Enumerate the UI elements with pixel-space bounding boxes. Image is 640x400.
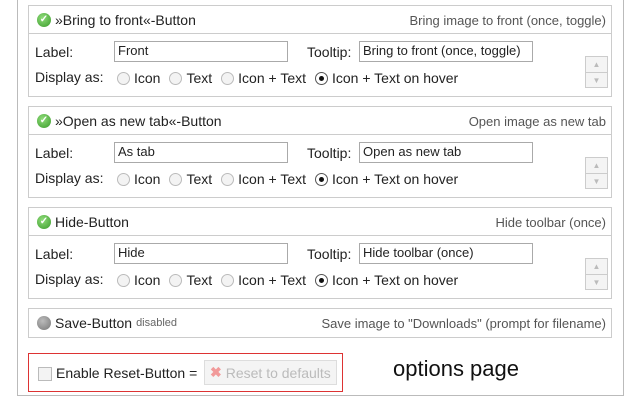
move-down-button[interactable]: ▼	[586, 274, 607, 289]
save-button-description: Save image to "Downloads" (prompt for fi…	[321, 316, 606, 331]
enabled-check-icon[interactable]: ✓	[37, 215, 51, 229]
option-label: Icon	[134, 272, 160, 288]
move-up-button[interactable]: ▲	[586, 57, 607, 72]
label-input[interactable]: Hide	[114, 243, 288, 264]
move-up-button[interactable]: ▲	[586, 158, 607, 173]
reset-to-defaults-button[interactable]: ✖Reset to defaults	[204, 360, 337, 385]
display-option[interactable]: Icon + Text on hover	[315, 272, 458, 288]
display-option[interactable]: Icon + Text	[221, 272, 306, 288]
option-label: Icon + Text	[238, 70, 306, 86]
label-caption: Label:	[35, 246, 73, 262]
enable-reset-checkbox[interactable]	[38, 367, 52, 381]
display-option[interactable]: Icon + Text on hover	[315, 70, 458, 86]
display-option[interactable]: Text	[169, 70, 212, 86]
panel-header: ✓ Hide-Button Hide toolbar (once)	[29, 208, 611, 236]
save-title-group: Save-Button disabled	[37, 315, 177, 331]
radio-button[interactable]	[169, 274, 182, 287]
button-config-panel: ✓ »Bring to front«-Button Bring image to f…	[28, 5, 612, 97]
radio-button[interactable]	[117, 274, 130, 287]
save-panel-header: Save-Button disabled Save image to "Downl…	[29, 309, 611, 337]
radio-button[interactable]	[315, 173, 328, 186]
option-label: Icon	[134, 171, 160, 187]
display-as-caption: Display as:	[35, 271, 103, 287]
tooltip-caption: Tooltip:	[307, 246, 351, 262]
option-label: Icon + Text on hover	[332, 171, 458, 187]
radio-button[interactable]	[315, 72, 328, 85]
option-label: Icon + Text on hover	[332, 70, 458, 86]
tooltip-input[interactable]: Hide toolbar (once)	[359, 243, 533, 264]
option-label: Icon	[134, 70, 160, 86]
display-option[interactable]: Icon + Text	[221, 171, 306, 187]
panel-title: Hide-Button	[55, 214, 129, 230]
option-label: Text	[186, 70, 212, 86]
reorder-control[interactable]: ▲▼	[585, 157, 608, 189]
option-label: Icon + Text	[238, 171, 306, 187]
display-option[interactable]: Icon + Text	[221, 70, 306, 86]
save-status: disabled	[136, 317, 177, 329]
display-option[interactable]: Icon + Text on hover	[315, 171, 458, 187]
save-button-title: Save-Button	[55, 315, 132, 331]
panel-description: Bring image to front (once, toggle)	[409, 13, 606, 28]
display-option[interactable]: Icon	[117, 70, 160, 86]
panel-description: Open image as new tab	[469, 114, 606, 129]
label-input[interactable]: Front	[114, 41, 288, 62]
radio-button[interactable]	[221, 72, 234, 85]
enabled-check-icon[interactable]: ✓	[37, 114, 51, 128]
option-label: Icon + Text on hover	[332, 272, 458, 288]
tooltip-caption: Tooltip:	[307, 44, 351, 60]
option-label: Icon + Text	[238, 272, 306, 288]
panel-description: Hide toolbar (once)	[495, 215, 606, 230]
panel-title-group: ✓ »Open as new tab«-Button	[37, 113, 222, 129]
radio-button[interactable]	[117, 72, 130, 85]
display-as-caption: Display as:	[35, 170, 103, 186]
reset-button-label: Reset to defaults	[226, 365, 331, 381]
display-options: Icon Text Icon + Text Icon + Text on hover	[117, 169, 467, 189]
radio-button[interactable]	[117, 173, 130, 186]
panel-title: »Open as new tab«-Button	[55, 113, 222, 129]
label-caption: Label:	[35, 145, 73, 161]
display-option[interactable]: Icon	[117, 171, 160, 187]
display-options: Icon Text Icon + Text Icon + Text on hover	[117, 270, 467, 290]
save-button-panel: Save-Button disabled Save image to "Downl…	[28, 308, 612, 338]
tooltip-input[interactable]: Open as new tab	[359, 142, 533, 163]
enabled-check-icon[interactable]: ✓	[37, 13, 51, 27]
display-option[interactable]: Icon	[117, 272, 160, 288]
move-up-button[interactable]: ▲	[586, 259, 607, 274]
move-down-button[interactable]: ▼	[586, 72, 607, 87]
radio-button[interactable]	[169, 72, 182, 85]
radio-button[interactable]	[315, 274, 328, 287]
panel-header: ✓ »Open as new tab«-Button Open image as n…	[29, 107, 611, 135]
radio-button[interactable]	[169, 173, 182, 186]
reset-section: Enable Reset-Button = ✖Reset to defaults	[28, 353, 343, 392]
button-config-panel: ✓ Hide-Button Hide toolbar (once) Label: H…	[28, 207, 612, 299]
panel-header: ✓ »Bring to front«-Button Bring image to f…	[29, 6, 611, 34]
tooltip-caption: Tooltip:	[307, 145, 351, 161]
radio-button[interactable]	[221, 173, 234, 186]
x-icon: ✖	[210, 364, 222, 381]
tooltip-input[interactable]: Bring to front (once, toggle)	[359, 41, 533, 62]
reorder-control[interactable]: ▲▼	[585, 56, 608, 88]
disabled-status-icon	[37, 316, 51, 330]
option-label: Text	[186, 171, 212, 187]
display-option[interactable]: Text	[169, 171, 212, 187]
display-option[interactable]: Text	[169, 272, 212, 288]
label-caption: Label:	[35, 44, 73, 60]
display-options: Icon Text Icon + Text Icon + Text on hover	[117, 68, 467, 88]
radio-button[interactable]	[221, 274, 234, 287]
caption: options page	[393, 356, 519, 382]
display-as-caption: Display as:	[35, 69, 103, 85]
move-down-button[interactable]: ▼	[586, 173, 607, 188]
reorder-control[interactable]: ▲▼	[585, 258, 608, 290]
label-input[interactable]: As tab	[114, 142, 288, 163]
button-config-panel: ✓ »Open as new tab«-Button Open image as n…	[28, 106, 612, 198]
enable-reset-label: Enable Reset-Button =	[56, 365, 197, 381]
option-label: Text	[186, 272, 212, 288]
panel-title: »Bring to front«-Button	[55, 12, 196, 28]
panel-title-group: ✓ »Bring to front«-Button	[37, 12, 196, 28]
panel-title-group: ✓ Hide-Button	[37, 214, 129, 230]
